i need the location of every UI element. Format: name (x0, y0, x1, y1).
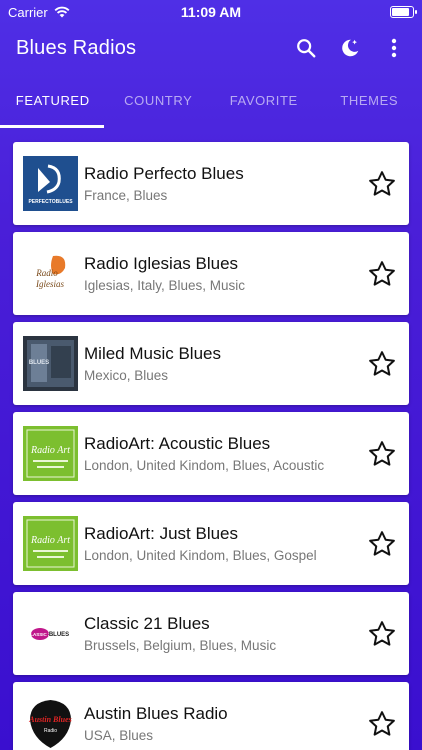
station-list: PERFECTOBLUES Radio Perfecto Blues Franc… (0, 128, 422, 750)
favorite-button[interactable] (365, 437, 399, 471)
favorite-button[interactable] (365, 527, 399, 561)
svg-text:Iglesias: Iglesias (35, 279, 64, 289)
list-item[interactable]: Radio Art RadioArt: Acoustic Blues Londo… (13, 412, 409, 495)
svg-text:Radio: Radio (44, 728, 57, 734)
station-logo: CLASSIC 21 BLUES (23, 606, 78, 661)
list-item[interactable]: Radio Iglesias Radio Iglesias Blues Igle… (13, 232, 409, 315)
station-tags: Brussels, Belgium, Blues, Music (84, 638, 277, 653)
station-logo: Radio Art (23, 426, 78, 481)
more-vert-icon (391, 38, 397, 58)
svg-text:Austin Blues: Austin Blues (28, 715, 71, 724)
list-item[interactable]: Radio Art RadioArt: Just Blues London, U… (13, 502, 409, 585)
carrier-label: Carrier (8, 4, 48, 20)
station-tags: Mexico, Blues (84, 368, 169, 383)
svg-text:BLUES: BLUES (49, 632, 69, 638)
station-name: Classic 21 Blues (84, 614, 210, 633)
tab-country[interactable]: COUNTRY (106, 72, 212, 128)
tab-indicator (0, 125, 104, 128)
station-name: Austin Blues Radio (84, 704, 228, 723)
station-logo: PERFECTOBLUES (23, 156, 78, 211)
search-icon (297, 39, 316, 58)
tab-favorite[interactable]: FAVORITE (211, 72, 317, 128)
star-outline-icon (369, 350, 395, 376)
station-tags: France, Blues (84, 188, 168, 203)
star-outline-icon (369, 620, 395, 646)
favorite-button[interactable] (365, 707, 399, 741)
status-left: Carrier (8, 5, 128, 20)
status-bar: Carrier 11:09 AM (0, 0, 422, 24)
svg-text:Radio: Radio (35, 268, 58, 278)
station-logo: Austin Blues Radio (23, 696, 78, 750)
svg-text:Radio Art: Radio Art (30, 445, 70, 456)
tab-featured[interactable]: FEATURED (0, 72, 106, 128)
station-name: Radio Perfecto Blues (84, 164, 244, 183)
star-outline-icon (369, 260, 395, 286)
night-mode-button[interactable] (338, 36, 362, 60)
list-item[interactable]: Austin Blues Radio Austin Blues Radio US… (13, 682, 409, 750)
station-logo: Radio Art (23, 516, 78, 571)
favorite-button[interactable] (365, 257, 399, 291)
svg-text:BLUES: BLUES (29, 360, 49, 366)
star-outline-icon (369, 530, 395, 556)
night-mode-icon (342, 39, 359, 57)
star-outline-icon (369, 440, 395, 466)
station-tags: USA, Blues (84, 728, 154, 743)
station-name: Miled Music Blues (84, 344, 221, 363)
station-name: Radio Iglesias Blues (84, 254, 239, 273)
station-tags: Iglesias, Italy, Blues, Music (84, 278, 246, 293)
station-tags: London, United Kindom, Blues, Gospel (84, 548, 317, 563)
svg-text:Radio Art: Radio Art (30, 535, 70, 546)
app-actions (294, 36, 406, 60)
list-item[interactable]: BLUES Miled Music Blues Mexico, Blues (13, 322, 409, 405)
tab-themes[interactable]: THEMES (317, 72, 422, 128)
app-bar: Blues Radios (0, 24, 422, 72)
search-button[interactable] (294, 36, 318, 60)
star-outline-icon (369, 710, 395, 736)
svg-text:PERFECTOBLUES: PERFECTOBLUES (28, 199, 73, 205)
station-logo: Radio Iglesias (23, 246, 78, 301)
status-right (294, 6, 417, 18)
station-name: RadioArt: Just Blues (84, 524, 239, 543)
star-outline-icon (369, 170, 395, 196)
more-options-button[interactable] (382, 36, 406, 60)
list-item[interactable]: CLASSIC 21 BLUES Classic 21 Blues Brusse… (13, 592, 409, 675)
favorite-button[interactable] (365, 167, 399, 201)
battery-icon (390, 6, 417, 18)
wifi-icon (54, 6, 70, 18)
station-tags: London, United Kindom, Blues, Acoustic (84, 458, 325, 473)
favorite-button[interactable] (365, 347, 399, 381)
tab-bar: FEATURED COUNTRY FAVORITE THEMES (0, 72, 422, 128)
favorite-button[interactable] (365, 617, 399, 651)
app-title: Blues Radios (16, 36, 137, 59)
station-name: RadioArt: Acoustic Blues (84, 434, 271, 453)
status-time: 11:09 AM (180, 4, 242, 20)
station-logo: BLUES (23, 336, 78, 391)
list-item[interactable]: PERFECTOBLUES Radio Perfecto Blues Franc… (13, 142, 409, 225)
